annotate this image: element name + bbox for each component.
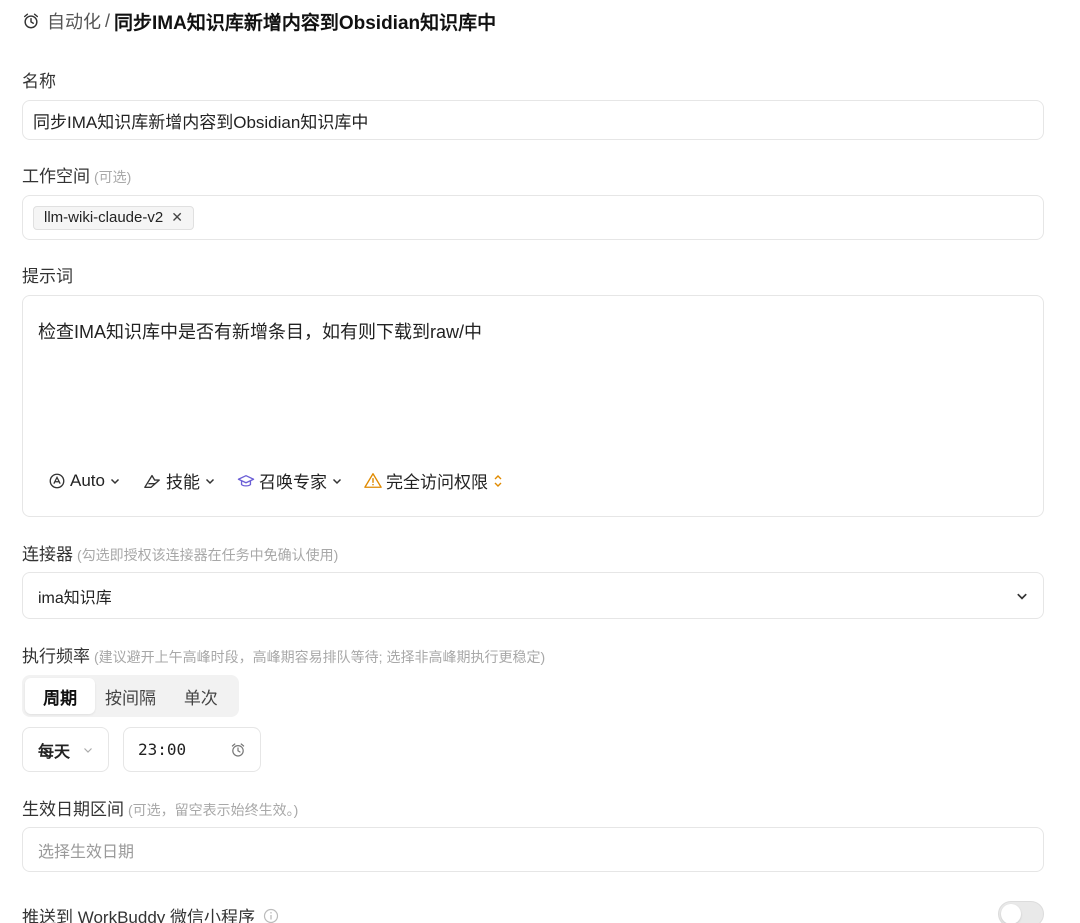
page-title: 同步IMA知识库新增内容到Obsidian知识库中 bbox=[114, 12, 497, 34]
frequency-label-text: 执行频率 bbox=[22, 647, 90, 666]
expert-selector[interactable]: 召唤专家 bbox=[237, 468, 346, 493]
workspace-input[interactable]: llm-wiki-claude-v2 ✕ bbox=[22, 195, 1044, 240]
segment-interval[interactable]: 按间隔 bbox=[95, 678, 165, 714]
date-range-label-text: 生效日期区间 bbox=[22, 800, 124, 819]
period-select[interactable]: 每天 bbox=[22, 727, 109, 772]
chevron-down-icon bbox=[110, 478, 120, 484]
alarm-clock-icon bbox=[231, 742, 245, 757]
push-label: 推送到 WorkBuddy 微信小程序 bbox=[22, 903, 279, 923]
name-label-text: 名称 bbox=[22, 72, 56, 91]
model-selector-label: Auto bbox=[70, 470, 105, 490]
close-icon[interactable]: ✕ bbox=[171, 209, 183, 226]
date-range-placeholder: 选择生效日期 bbox=[38, 843, 135, 861]
workspace-hint: (可选) bbox=[94, 169, 132, 185]
auto-model-icon bbox=[49, 473, 65, 488]
breadcrumb-automation[interactable]: 自动化 bbox=[47, 8, 101, 34]
segment-periodic[interactable]: 周期 bbox=[25, 678, 96, 714]
date-range-hint: (可选，留空表示始终生效。) bbox=[128, 802, 299, 818]
prompt-label: 提示词 bbox=[22, 262, 73, 287]
chevron-down-icon bbox=[84, 747, 92, 753]
prompt-text: 检查IMA知识库中是否有新增条目，如有则下载到raw/中 bbox=[38, 322, 483, 342]
date-range-label: 生效日期区间 (可选，留空表示始终生效。) bbox=[22, 795, 298, 820]
skills-selector-label: 技能 bbox=[165, 473, 200, 492]
frequency-hint: (建议避开上午高峰时段，高峰期容易排队等待; 选择非高峰期执行更稳定) bbox=[94, 649, 546, 665]
workspace-label: 工作空间 (可选) bbox=[22, 162, 131, 187]
date-range-input[interactable]: 选择生效日期 bbox=[22, 827, 1044, 872]
prompt-label-text: 提示词 bbox=[22, 267, 73, 286]
segment-once[interactable]: 单次 bbox=[166, 678, 236, 714]
expert-selector-label: 召唤专家 bbox=[258, 473, 327, 492]
workspace-label-text: 工作空间 bbox=[22, 167, 90, 186]
chevron-down-icon bbox=[332, 478, 342, 484]
prompt-toolbar: Auto 技能 召唤专家 完全访问权限 bbox=[48, 468, 525, 493]
workspace-tag-label: llm-wiki-claude-v2 bbox=[44, 209, 164, 226]
info-icon[interactable] bbox=[263, 908, 279, 923]
model-selector[interactable]: Auto bbox=[48, 471, 124, 491]
breadcrumb-separator: / bbox=[105, 10, 111, 31]
automation-edit-page: 自动化 / 同步IMA知识库新增内容到Obsidian知识库中 名称 同步IMA… bbox=[0, 0, 1080, 923]
toggle-knob bbox=[1001, 904, 1021, 923]
push-label-text: 推送到 WorkBuddy 微信小程序 bbox=[22, 908, 256, 923]
warning-icon bbox=[364, 473, 382, 488]
time-picker[interactable]: 23:00 bbox=[123, 727, 261, 772]
frequency-label: 执行频率 (建议避开上午高峰时段，高峰期容易排队等待; 选择非高峰期执行更稳定) bbox=[22, 642, 545, 667]
push-toggle[interactable] bbox=[998, 901, 1044, 923]
chevron-up-down-icon bbox=[494, 474, 502, 487]
chevron-down-icon bbox=[205, 478, 215, 484]
access-permission-label: 完全访问权限 bbox=[385, 473, 488, 492]
skills-icon bbox=[144, 474, 160, 488]
period-select-value: 每天 bbox=[38, 743, 71, 761]
access-permission-selector[interactable]: 完全访问权限 bbox=[364, 468, 507, 493]
frequency-mode-segmented: 周期 按间隔 单次 bbox=[22, 675, 239, 717]
name-label: 名称 bbox=[22, 67, 56, 92]
name-input-value: 同步IMA知识库新增内容到Obsidian知识库中 bbox=[33, 112, 369, 132]
connector-hint: (勾选即授权该连接器在任务中免确认使用) bbox=[77, 547, 339, 563]
connector-label-text: 连接器 bbox=[22, 545, 73, 564]
connector-select[interactable]: ima知识库 bbox=[22, 572, 1044, 619]
chevron-down-icon bbox=[1017, 593, 1027, 600]
connector-label: 连接器 (勾选即授权该连接器在任务中免确认使用) bbox=[22, 540, 338, 565]
graduation-cap-icon bbox=[237, 474, 255, 487]
name-input[interactable]: 同步IMA知识库新增内容到Obsidian知识库中 bbox=[22, 100, 1044, 140]
alarm-clock-icon bbox=[23, 13, 39, 29]
prompt-textarea[interactable]: 检查IMA知识库中是否有新增条目，如有则下载到raw/中 Auto 技能 召唤专… bbox=[22, 295, 1044, 517]
page-header: 自动化 / 同步IMA知识库新增内容到Obsidian知识库中 bbox=[22, 6, 496, 36]
workspace-tag: llm-wiki-claude-v2 ✕ bbox=[33, 205, 194, 230]
time-picker-value: 23:00 bbox=[138, 740, 187, 759]
connector-select-value: ima知识库 bbox=[38, 589, 112, 607]
skills-selector[interactable]: 技能 bbox=[142, 468, 219, 493]
